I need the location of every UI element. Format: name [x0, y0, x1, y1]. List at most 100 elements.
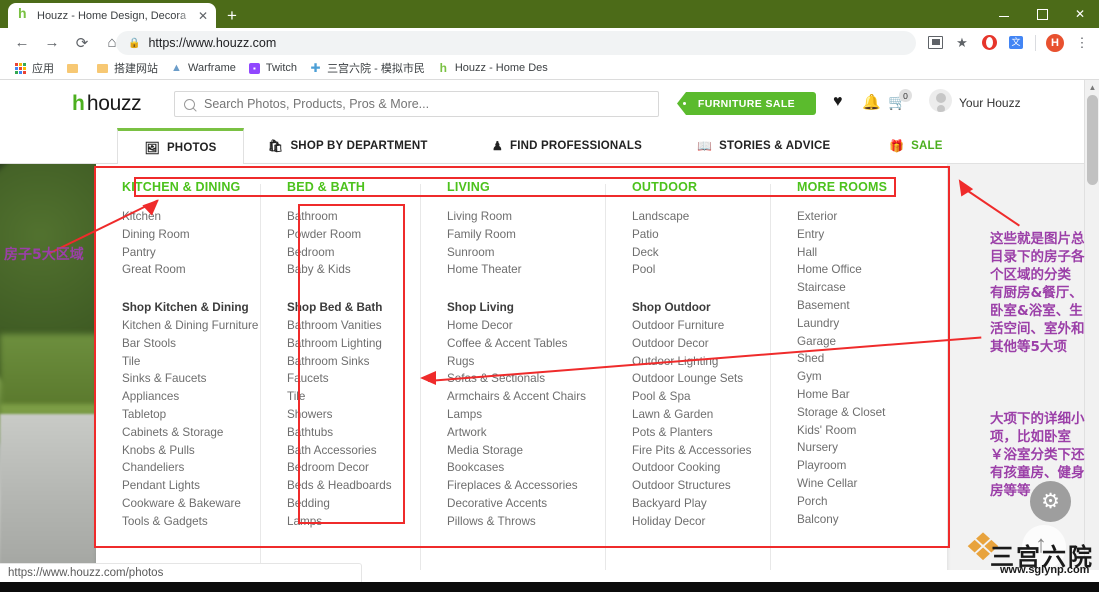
furniture-sale-button[interactable]: FURNITURE SALE — [677, 92, 816, 115]
menu-item[interactable]: Outdoor Lounge Sets — [632, 370, 757, 388]
houzz-logo[interactable]: h houzz — [72, 92, 142, 116]
notifications-bell-icon[interactable]: 🔔 — [862, 93, 881, 111]
translate-extension-icon[interactable]: 文 — [1003, 28, 1029, 57]
menu-item[interactable]: Home Office — [797, 261, 917, 279]
floating-settings-gear-icon[interactable]: ⚙ — [1030, 481, 1071, 522]
menu-item[interactable]: Sofas & Sectionals — [447, 370, 592, 388]
menu-item[interactable]: Kitchen — [122, 208, 247, 226]
menu-item[interactable]: Bedroom — [287, 244, 407, 262]
menu-item[interactable]: Rugs — [447, 353, 592, 371]
menu-item[interactable]: Sunroom — [447, 244, 592, 262]
tab-stories-advice[interactable]: 📖 STORIES & ADVICE — [697, 128, 830, 164]
menu-item[interactable]: Home Decor — [447, 317, 592, 335]
bookmark-twitch[interactable]: ▪ Twitch — [242, 57, 303, 80]
menu-item[interactable]: Pantry — [122, 244, 247, 262]
tab-sale[interactable]: 🎁 SALE — [889, 128, 943, 164]
menu-item[interactable]: Lamps — [447, 406, 592, 424]
close-window-button[interactable] — [1061, 0, 1099, 28]
menu-item[interactable]: Dining Room — [122, 226, 247, 244]
menu-item[interactable]: Pendant Lights — [122, 477, 247, 495]
user-avatar[interactable] — [929, 89, 952, 112]
menu-item[interactable]: Gym — [797, 368, 917, 386]
menu-item[interactable]: Tile — [122, 353, 247, 371]
menu-item[interactable]: Wine Cellar — [797, 475, 917, 493]
menu-item[interactable]: Lamps — [287, 513, 407, 531]
profile-avatar[interactable]: H — [1042, 28, 1068, 57]
menu-item[interactable]: Sinks & Faucets — [122, 370, 247, 388]
menu-item[interactable]: Home Theater — [447, 261, 592, 279]
reload-icon[interactable]: ⟳ — [68, 28, 96, 57]
menu-item[interactable]: Family Room — [447, 226, 592, 244]
browser-tab-houzz[interactable]: Houzz - Home Design, Decora ✕ — [8, 3, 216, 28]
menu-item[interactable]: Lawn & Garden — [632, 406, 757, 424]
menu-item[interactable]: Pool — [632, 261, 757, 279]
menu-item[interactable]: Shed — [797, 350, 917, 368]
menu-item[interactable]: Fireplaces & Accessories — [447, 477, 592, 495]
menu-item[interactable]: Tile — [287, 388, 407, 406]
opera-extension-icon[interactable] — [976, 28, 1002, 57]
menu-item[interactable]: Exterior — [797, 208, 917, 226]
menu-shop-heading[interactable]: Shop Kitchen & Dining — [122, 299, 249, 317]
menu-item[interactable]: Kitchen & Dining Furniture — [122, 317, 258, 335]
menu-item[interactable]: Bathroom Vanities — [287, 317, 407, 335]
menu-item[interactable]: Chandeliers — [122, 459, 247, 477]
menu-item[interactable]: Decorative Accents — [447, 495, 592, 513]
page-scrollbar[interactable]: ▲ — [1084, 80, 1099, 570]
menu-item[interactable]: Great Room — [122, 261, 247, 279]
menu-item[interactable]: Pillows & Throws — [447, 513, 592, 531]
menu-item[interactable]: Bar Stools — [122, 335, 247, 353]
favorites-heart-icon[interactable]: ♥ — [833, 93, 843, 111]
address-bar[interactable]: 🔒 https://www.houzz.com — [116, 31, 916, 55]
menu-item[interactable]: Artwork — [447, 424, 592, 442]
menu-item[interactable]: Appliances — [122, 388, 247, 406]
menu-item[interactable]: Storage & Closet — [797, 404, 917, 422]
scrollbar-thumb[interactable] — [1087, 95, 1098, 185]
back-icon[interactable]: ← — [8, 28, 36, 57]
menu-item[interactable]: Tools & Gadgets — [122, 513, 247, 531]
forward-icon[interactable]: → — [38, 28, 66, 57]
bookmark-folder-1[interactable] — [60, 57, 90, 80]
menu-item[interactable]: Outdoor Cooking — [632, 459, 757, 477]
maximize-button[interactable] — [1023, 0, 1061, 28]
menu-item[interactable]: Pots & Planters — [632, 424, 757, 442]
menu-item[interactable]: Nursery — [797, 439, 917, 457]
menu-item[interactable]: Staircase — [797, 279, 917, 297]
menu-item[interactable]: Playroom — [797, 457, 917, 475]
screen-capture-icon[interactable] — [922, 28, 948, 57]
tab-photos[interactable]: 🖼 PHOTOS — [117, 128, 244, 165]
menu-item[interactable]: Fire Pits & Accessories — [632, 442, 757, 460]
column-title[interactable]: LIVING — [447, 180, 592, 194]
menu-item[interactable]: Bathtubs — [287, 424, 407, 442]
bookmark-houzz[interactable]: h Houzz - Home Des — [431, 57, 554, 80]
scroll-up-icon[interactable]: ▲ — [1085, 80, 1099, 95]
menu-item[interactable]: Armchairs & Accent Chairs — [447, 388, 592, 406]
column-title[interactable]: OUTDOOR — [632, 180, 757, 194]
menu-item[interactable]: Outdoor Furniture — [632, 317, 757, 335]
menu-item[interactable]: Home Bar — [797, 386, 917, 404]
menu-item[interactable]: Coffee & Accent Tables — [447, 335, 592, 353]
menu-item[interactable]: Living Room — [447, 208, 592, 226]
menu-item[interactable]: Outdoor Structures — [632, 477, 757, 495]
menu-item[interactable]: Kids' Room — [797, 422, 917, 440]
menu-item[interactable]: Basement — [797, 297, 917, 315]
bookmark-apps[interactable]: 应用 — [8, 57, 60, 80]
menu-item[interactable]: Patio — [632, 226, 757, 244]
column-title[interactable]: KITCHEN & DINING — [122, 180, 247, 194]
menu-item[interactable]: Cookware & Bakeware — [122, 495, 247, 513]
column-title[interactable]: BED & BATH — [287, 180, 407, 194]
search-input[interactable] — [204, 97, 649, 111]
menu-shop-heading[interactable]: Shop Living — [447, 299, 592, 317]
menu-item[interactable]: Landscape — [632, 208, 757, 226]
menu-shop-heading[interactable]: Shop Bed & Bath — [287, 299, 407, 317]
menu-item[interactable]: Baby & Kids — [287, 261, 407, 279]
menu-item[interactable]: Faucets — [287, 370, 407, 388]
column-title[interactable]: MORE ROOMS — [797, 180, 917, 194]
new-tab-button[interactable]: + — [222, 6, 242, 26]
bookmark-star-icon[interactable]: ★ — [949, 28, 975, 57]
account-menu-label[interactable]: Your Houzz — [959, 96, 1021, 110]
bookmark-sanguan[interactable]: ✚ 三宫六院 - 模拟市民 — [303, 57, 431, 80]
menu-item[interactable]: Balcony — [797, 511, 917, 529]
menu-item[interactable]: Media Storage — [447, 442, 592, 460]
minimize-button[interactable] — [985, 0, 1023, 28]
tab-find-professionals[interactable]: ♟ FIND PROFESSIONALS — [492, 128, 642, 164]
